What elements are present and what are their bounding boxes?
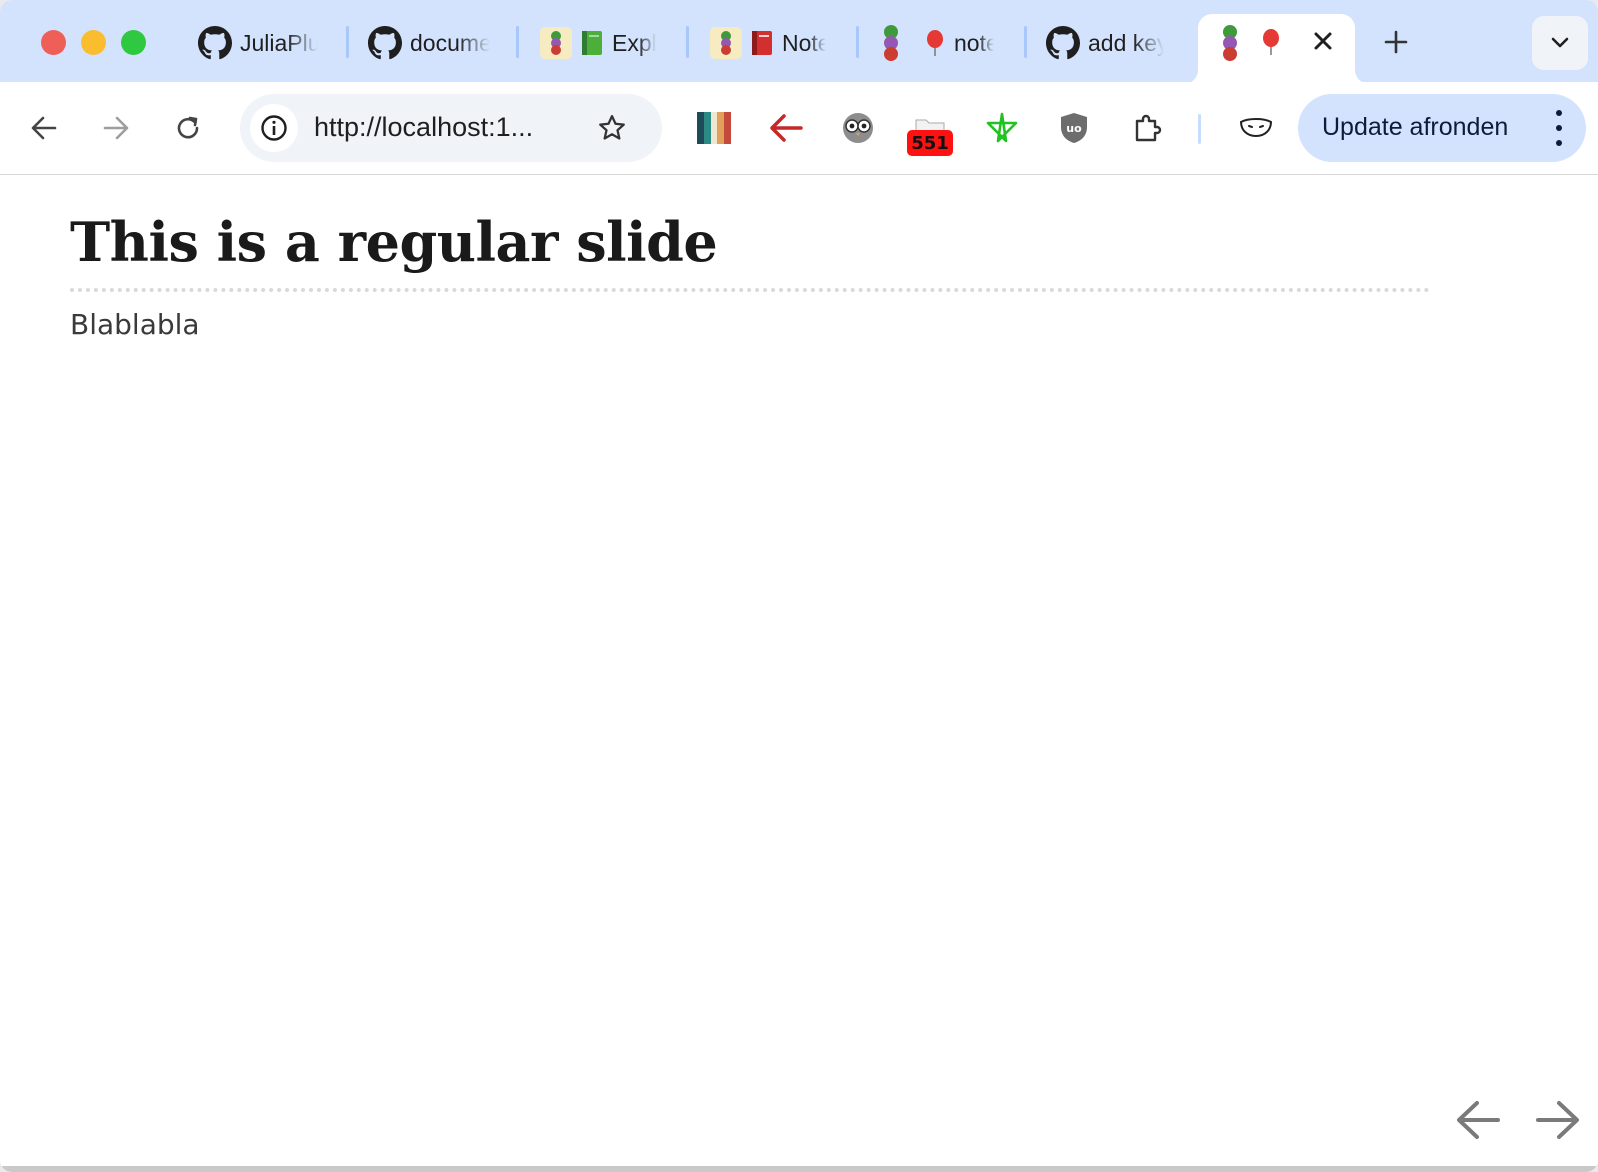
extensions-menu-button[interactable] — [1126, 106, 1170, 150]
info-icon — [261, 115, 287, 141]
tab-close-button[interactable] — [1308, 26, 1338, 56]
tab-juliapluto[interactable]: JuliaPluto — [198, 18, 324, 68]
tab-add-keyboard[interactable]: add keyboard — [1046, 18, 1172, 68]
pluto-book-red-icon — [750, 30, 774, 56]
kebab-menu-icon[interactable] — [1554, 110, 1564, 146]
tab-separator — [686, 26, 689, 58]
tab-separator — [1024, 26, 1027, 58]
tab-notebook-2[interactable]: notebook — [880, 18, 1006, 68]
red-arrow-extension[interactable] — [764, 106, 808, 150]
reload-icon — [177, 116, 199, 139]
color-palette-extension-icon — [697, 112, 731, 144]
tab-notebook[interactable]: Notebook — [710, 18, 836, 68]
tab-separator — [346, 26, 349, 58]
svg-text:uo: uo — [1066, 122, 1082, 135]
slide-title: This is a regular slide — [70, 210, 718, 274]
window-close-button[interactable] — [41, 30, 66, 55]
pluto-favicon-icon — [540, 27, 572, 59]
address-bar[interactable]: http://localhost:1... — [240, 94, 662, 162]
tab-title: JuliaPluto — [240, 29, 318, 56]
update-button-label: Update afronden — [1322, 113, 1509, 141]
page-content: This is a regular slide Blablabla — [0, 176, 1598, 1172]
tab-title: documentation — [410, 29, 490, 56]
pluto-balloon-icon — [1260, 28, 1282, 56]
mask-profile-icon — [1239, 118, 1273, 138]
pluto-dots-icon — [880, 25, 902, 61]
tab-separator — [856, 26, 859, 58]
forward-button[interactable] — [98, 110, 134, 146]
red-arrow-extension-icon — [770, 114, 803, 142]
new-tab-button[interactable] — [1378, 24, 1414, 60]
star-icon — [599, 115, 625, 140]
close-icon — [1314, 32, 1332, 50]
github-icon — [198, 26, 232, 60]
ublock-extension[interactable]: uo — [1052, 106, 1096, 150]
github-icon — [1046, 26, 1080, 60]
ublock-shield-icon: uo — [1061, 113, 1087, 143]
site-info-button[interactable] — [250, 104, 298, 152]
tab-search-button[interactable] — [1532, 16, 1588, 70]
github-icon — [368, 26, 402, 60]
owl-extension-icon — [843, 113, 873, 143]
tab-title: Explore — [612, 29, 656, 56]
arrow-right-icon — [103, 116, 129, 140]
color-palette-extension[interactable] — [692, 106, 736, 150]
pluto-balloon-icon — [924, 29, 946, 57]
back-button[interactable] — [26, 110, 62, 146]
tab-title: Notebook — [782, 29, 826, 56]
next-slide-button[interactable] — [1532, 1094, 1584, 1146]
profile-button[interactable] — [1234, 106, 1278, 150]
arrow-right-icon — [1536, 1101, 1579, 1139]
bookmark-button[interactable] — [592, 108, 632, 148]
arrow-left-icon — [31, 116, 57, 140]
green-star-extension[interactable] — [980, 106, 1024, 150]
tab-title: add keyboard — [1088, 29, 1164, 56]
tab-title: notebook — [954, 29, 994, 56]
tab-strip: JuliaPluto documentation Explore — [0, 0, 1598, 84]
extension-badge: 551 — [907, 130, 953, 156]
pluto-favicon-icon — [710, 27, 742, 59]
tab-explore[interactable]: Explore — [540, 18, 666, 68]
owl-extension[interactable] — [836, 106, 880, 150]
window-maximize-button[interactable] — [121, 30, 146, 55]
update-button[interactable]: Update afronden — [1298, 94, 1586, 162]
url-text[interactable]: http://localhost:1... — [314, 112, 533, 143]
pluto-book-green-icon — [580, 30, 604, 56]
tab-documentation[interactable]: documentation — [368, 18, 496, 68]
previous-slide-button[interactable] — [1452, 1094, 1504, 1146]
slide-body-text: Blablabla — [70, 308, 200, 341]
browser-window: JuliaPluto documentation Explore — [0, 0, 1598, 1172]
chevron-down-icon — [1551, 37, 1569, 48]
reload-button[interactable] — [170, 110, 206, 146]
puzzle-extensions-icon — [1135, 114, 1162, 142]
tab-separator — [516, 26, 519, 58]
window-bottom-edge — [0, 1166, 1598, 1172]
toolbar-divider — [1198, 114, 1201, 144]
green-star-extension-icon — [986, 112, 1018, 143]
plus-icon — [1384, 30, 1408, 54]
title-divider — [70, 288, 1430, 292]
arrow-left-icon — [1457, 1101, 1500, 1139]
window-minimize-button[interactable] — [81, 30, 106, 55]
pluto-dots-icon — [1219, 25, 1241, 61]
